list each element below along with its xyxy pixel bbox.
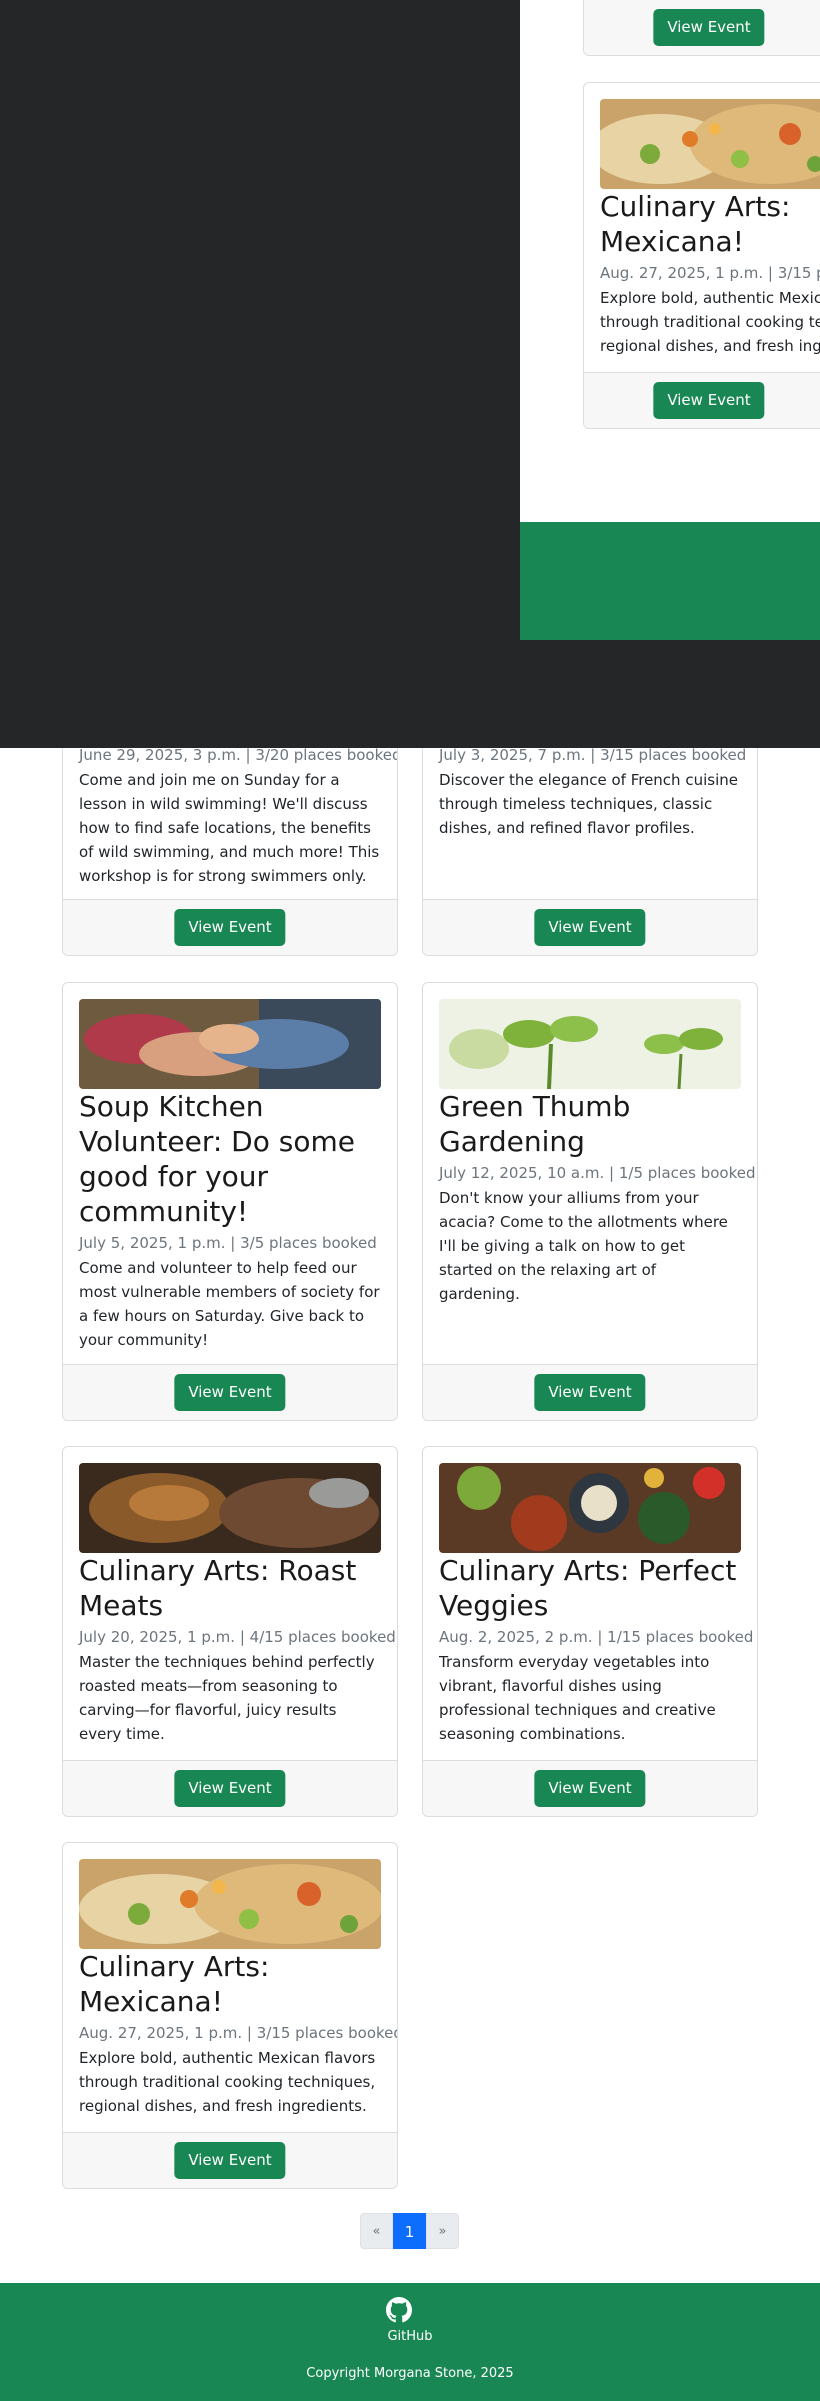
event-meta: July 3, 2025, 7 p.m. | 3/15 places booke… (439, 746, 747, 764)
view-event-button[interactable]: View Event (653, 9, 765, 46)
event-image-mexicana (79, 1859, 381, 1949)
pagination-prev[interactable]: « (360, 2213, 393, 2249)
view-event-button[interactable]: View Event (534, 1770, 646, 1807)
event-image-soup-kitchen (79, 999, 381, 1089)
event-meta: June 29, 2025, 3 p.m. | 3/20 places book… (79, 746, 398, 764)
view-event-button[interactable]: View Event (653, 382, 765, 419)
event-image-roast-meats (79, 1463, 381, 1553)
event-title: Culinary Arts: Roast Meats (79, 1554, 357, 1622)
event-meta: July 12, 2025, 10 a.m. | 1/5 places book… (439, 1164, 756, 1182)
card-footer: View Event (423, 1364, 757, 1420)
event-title: Soup Kitchen Volunteer: Do some good for… (79, 1090, 355, 1228)
event-description: Come and join me on Sunday for a lesson … (79, 771, 380, 885)
card-footer: View Event (63, 899, 397, 955)
card-footer: View Event (584, 372, 820, 428)
event-title: Culinary Arts: Perfect Veggies (439, 1554, 737, 1622)
card-footer: View Event (63, 2132, 397, 2188)
event-title: Green Thumb Gardening (439, 1090, 631, 1158)
drawer-card-partial: View Event (583, 0, 820, 56)
event-title: Culinary Arts: Mexicana! (600, 190, 791, 258)
site-footer: GitHub Copyright Morgana Stone, 2025 (0, 2283, 820, 2401)
event-card: Culinary Arts: Roast Meats July 20, 2025… (62, 1446, 398, 1817)
github-icon[interactable] (386, 2297, 412, 2323)
event-description: Come and volunteer to help feed our most… (79, 1259, 380, 1349)
card-footer: View Event (63, 1760, 397, 1816)
event-card: Culinary Arts: Mexicana! Aug. 27, 2025, … (62, 1842, 398, 2189)
event-description: Explore bold, authentic Mexican flavors … (79, 2049, 376, 2115)
view-event-button[interactable]: View Event (174, 1770, 286, 1807)
view-event-button[interactable]: View Event (174, 1374, 286, 1411)
event-description: Explore bold, authentic Mexican flavors … (600, 289, 820, 355)
event-card: Soup Kitchen Volunteer: Do some good for… (62, 982, 398, 1421)
card-footer: View Event (423, 1760, 757, 1816)
card-footer: View Event (63, 1364, 397, 1420)
view-event-button[interactable]: View Event (174, 909, 286, 946)
drawer-footer (520, 522, 820, 640)
event-card: Culinary Arts: Perfect Veggies Aug. 2, 2… (422, 1446, 758, 1817)
event-image-mexicana (600, 99, 820, 189)
github-link[interactable]: GitHub (0, 2329, 820, 2344)
pagination-next[interactable]: » (426, 2213, 459, 2249)
view-event-button[interactable]: View Event (534, 1374, 646, 1411)
pagination: « 1 » (360, 2213, 459, 2249)
event-card: Green Thumb Gardening July 12, 2025, 10 … (422, 982, 758, 1421)
view-event-button[interactable]: View Event (174, 2142, 286, 2179)
event-meta: Aug. 27, 2025, 1 p.m. | 3/15 places book… (79, 2024, 398, 2042)
event-description: Don't know your alliums from your acacia… (439, 1189, 728, 1303)
event-meta: July 5, 2025, 1 p.m. | 3/5 places booked (79, 1234, 377, 1252)
event-image-gardening (439, 999, 741, 1089)
event-image-veggies (439, 1463, 741, 1553)
event-title: Culinary Arts: Mexicana! (79, 1950, 270, 2018)
card-footer: View Event (584, 0, 820, 55)
pagination-page-current[interactable]: 1 (393, 2213, 426, 2249)
drawer-event-card: Culinary Arts: Mexicana! Aug. 27, 2025, … (583, 82, 820, 429)
view-event-button[interactable]: View Event (534, 909, 646, 946)
event-description: Discover the elegance of French cuisine … (439, 771, 738, 837)
event-description: Transform everyday vegetables into vibra… (439, 1653, 716, 1743)
event-meta: Aug. 2, 2025, 2 p.m. | 1/15 places booke… (439, 1628, 754, 1646)
card-footer: View Event (423, 899, 757, 955)
event-meta: Aug. 27, 2025, 1 p.m. | 3/15 places book… (600, 264, 820, 282)
event-meta: July 20, 2025, 1 p.m. | 4/15 places book… (79, 1628, 396, 1646)
copyright-text: Copyright Morgana Stone, 2025 (306, 2366, 514, 2381)
event-description: Master the techniques behind perfectly r… (79, 1653, 375, 1743)
